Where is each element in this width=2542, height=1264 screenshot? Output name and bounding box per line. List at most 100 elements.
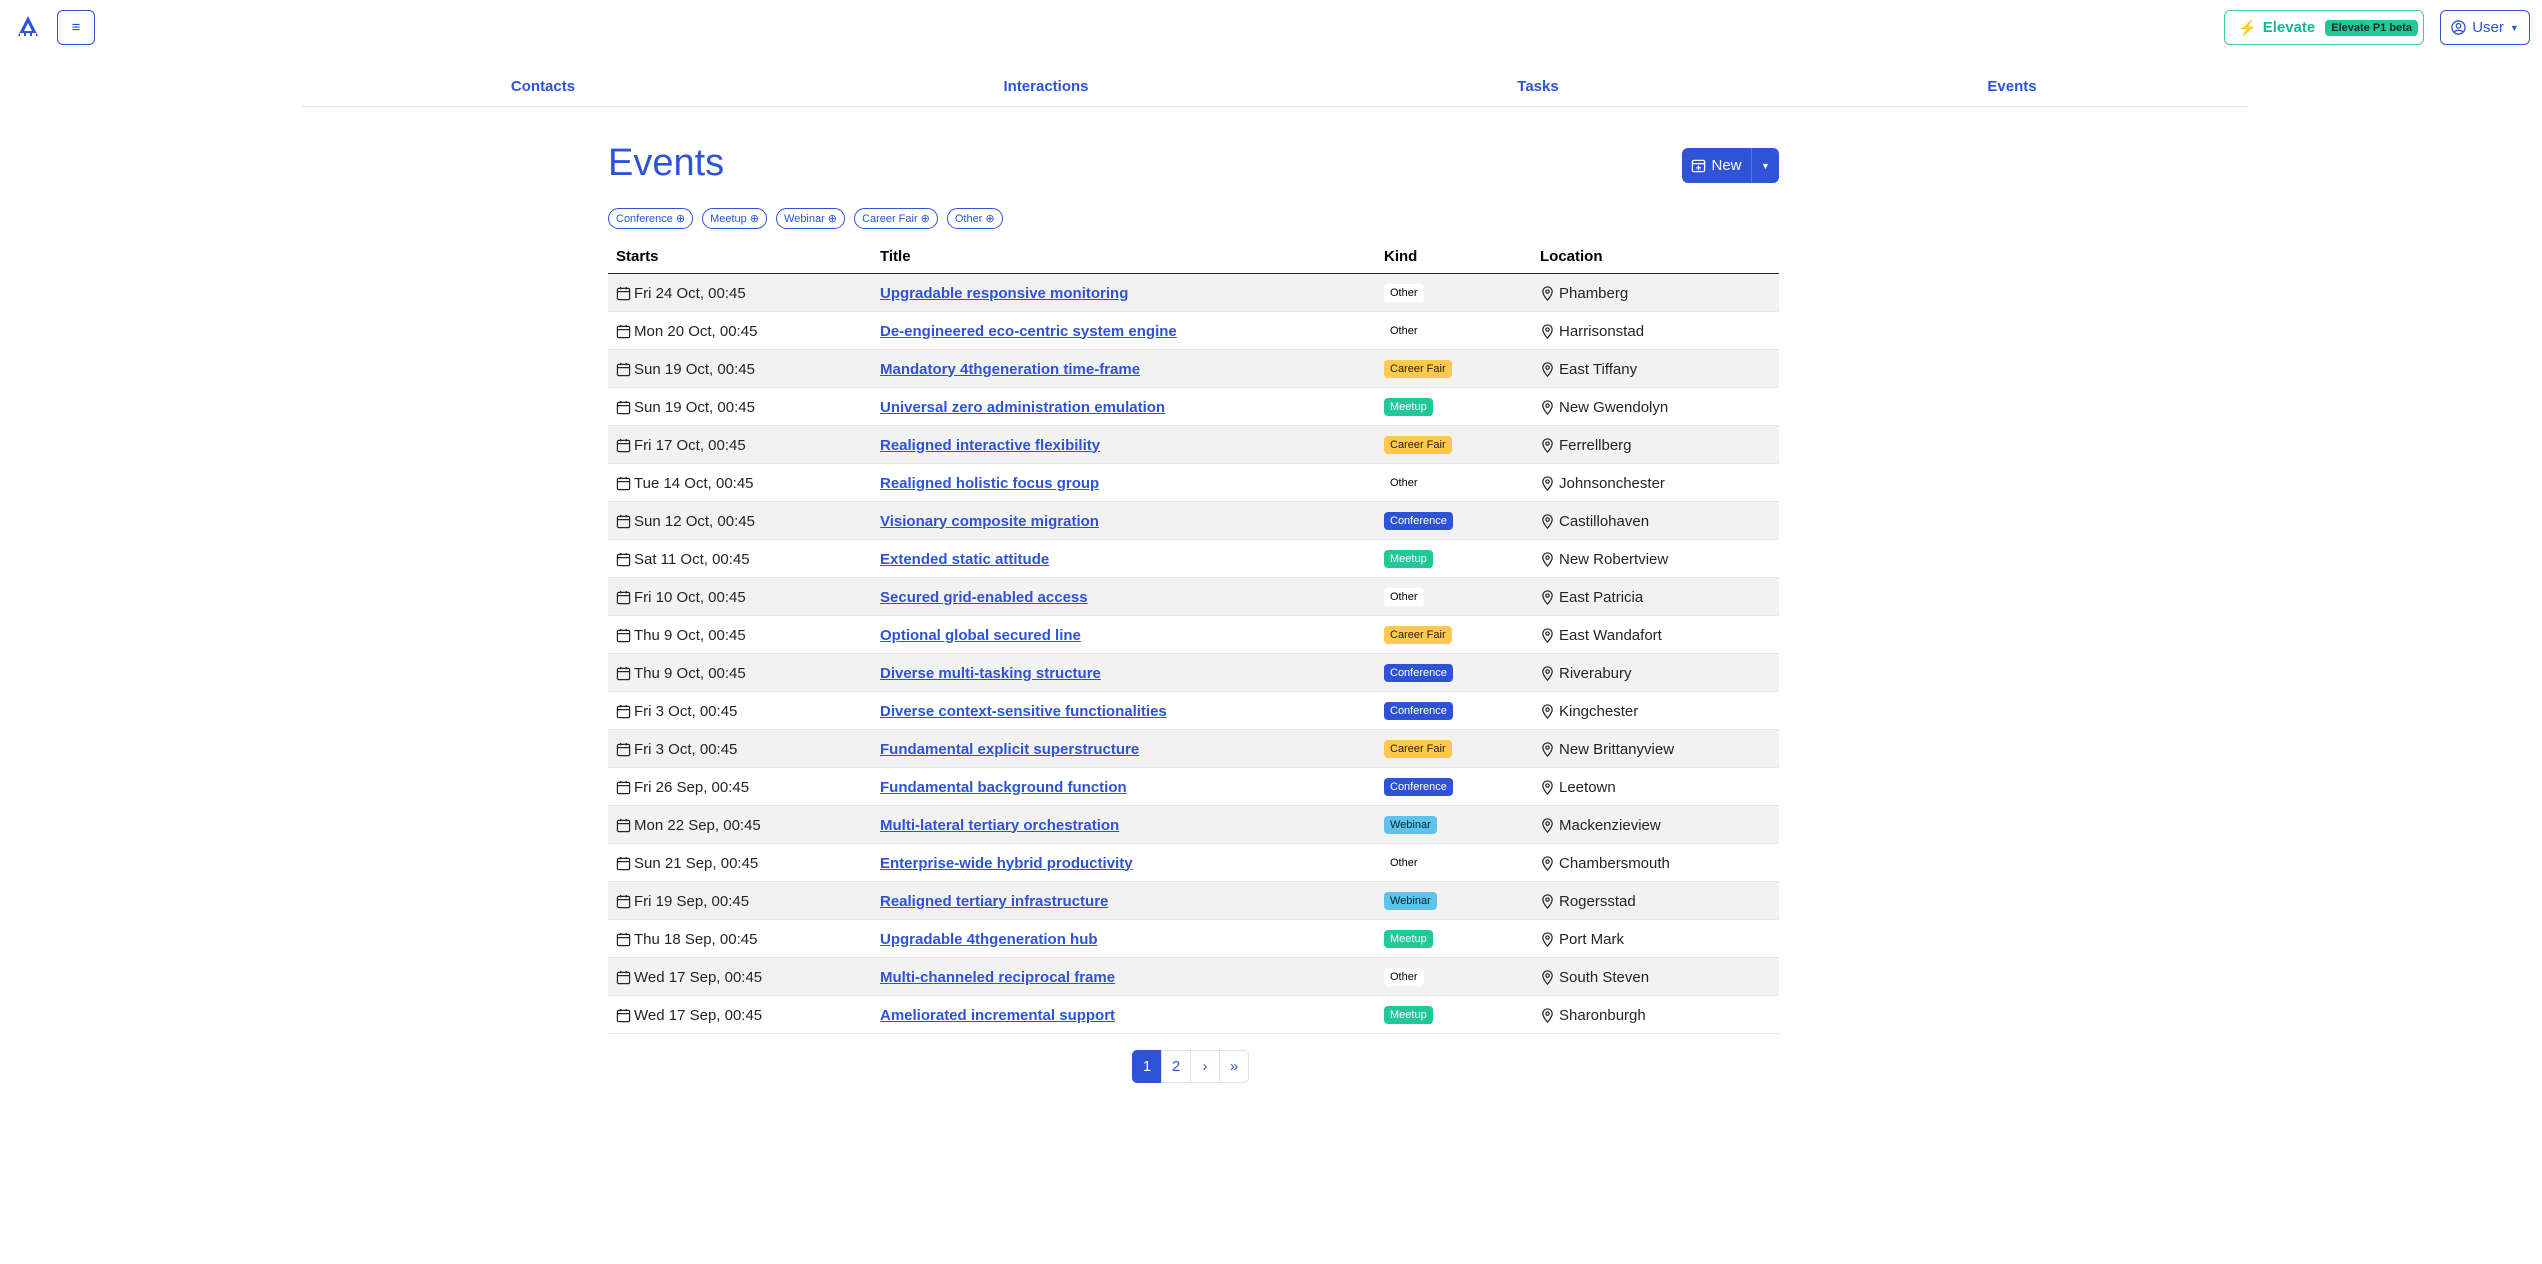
event-title-link[interactable]: Universal zero administration emulation [880, 399, 1165, 416]
table-row: Fri 26 Sep, 00:45 Fundamental background … [608, 768, 1779, 806]
filter-chip-conference[interactable]: Conference ⊕ [608, 208, 694, 229]
event-start-cell: Sun 12 Oct, 00:45 [616, 502, 755, 540]
event-location: New Brittanyview [1559, 740, 1675, 758]
event-title-link[interactable]: Diverse context-sensitive functionalitie… [880, 703, 1167, 720]
map-pin-icon [1542, 665, 1553, 681]
event-location-cell: Sharonburgh [1540, 996, 1646, 1034]
event-start-cell: Tue 14 Oct, 00:45 [616, 464, 754, 502]
event-title-link[interactable]: Enterprise-wide hybrid productivity [880, 855, 1133, 872]
event-title-link[interactable]: Upgradable 4thgeneration hub [880, 931, 1098, 948]
event-start-cell: Wed 17 Sep, 00:45 [616, 958, 762, 996]
event-title-link[interactable]: Ameliorated incremental support [880, 1007, 1115, 1024]
new-event-button[interactable]: New [1682, 148, 1752, 183]
event-title-cell: Fundamental background function [880, 768, 1127, 806]
filter-chip-label: Webinar [784, 212, 825, 225]
event-title-link[interactable]: Realigned holistic focus group [880, 475, 1099, 492]
event-title-link[interactable]: Optional global secured line [880, 627, 1081, 644]
last-page-button[interactable]: » [1219, 1050, 1249, 1083]
app-logo[interactable] [16, 14, 40, 38]
event-location-cell: South Steven [1540, 958, 1649, 996]
event-start: Sat 11 Oct, 00:45 [634, 550, 750, 568]
filter-chip-other[interactable]: Other ⊕ [946, 208, 1003, 229]
table-row: Sun 21 Sep, 00:45 Enterprise-wide hybrid … [608, 844, 1779, 882]
filter-chip-label: Other [954, 212, 983, 225]
column-header-title[interactable]: Title [880, 248, 911, 265]
event-location: Castillohaven [1559, 512, 1650, 530]
event-title-link[interactable]: Visionary composite migration [880, 513, 1099, 530]
nav-contacts[interactable]: Contacts [511, 78, 575, 95]
event-start-cell: Sun 21 Sep, 00:45 [616, 844, 758, 882]
event-title-cell: Secured grid-enabled access [880, 578, 1088, 616]
event-title-link[interactable]: Secured grid-enabled access [880, 589, 1088, 606]
nav-tasks[interactable]: Tasks [1517, 78, 1558, 95]
event-start-cell: Fri 26 Sep, 00:45 [616, 768, 749, 806]
event-title-link[interactable]: Upgradable responsive monitoring [880, 285, 1128, 302]
event-title-link[interactable]: Realigned interactive flexibility [880, 437, 1100, 454]
elevate-button[interactable]: ⚡ Elevate Elevate P1 beta [2224, 10, 2424, 45]
menu-button[interactable]: ≡ [57, 10, 95, 45]
column-header-starts[interactable]: Starts [616, 248, 659, 265]
filter-chip-career-fair[interactable]: Career Fair ⊕ [854, 208, 938, 229]
next-page-button[interactable]: › [1190, 1050, 1220, 1083]
event-kind-cell: Conference [1384, 654, 1453, 692]
table-row: Mon 20 Oct, 00:45 De-engineered eco-centr… [608, 312, 1779, 350]
event-title-cell: Multi-channeled reciprocal frame [880, 958, 1115, 996]
event-kind-cell: Meetup [1384, 920, 1433, 958]
table-row: Fri 3 Oct, 00:45 Fundamental explicit sup… [608, 730, 1779, 768]
user-label: User [2472, 19, 2504, 36]
filter-chip-label: Conference [616, 212, 673, 225]
event-start-cell: Mon 20 Oct, 00:45 [616, 312, 757, 350]
event-title-link[interactable]: Mandatory 4thgeneration time-frame [880, 361, 1140, 378]
column-header-location[interactable]: Location [1540, 248, 1603, 265]
column-header-kind[interactable]: Kind [1384, 248, 1417, 265]
user-menu-button[interactable]: User ▼ [2440, 10, 2530, 45]
nav-events[interactable]: Events [1987, 78, 2036, 95]
page-2-button[interactable]: 2 [1161, 1050, 1191, 1083]
event-title-link[interactable]: Fundamental background function [880, 779, 1127, 796]
event-title-link[interactable]: Diverse multi-tasking structure [880, 665, 1101, 682]
event-title-link[interactable]: Multi-lateral tertiary orchestration [880, 817, 1119, 834]
calendar-icon [616, 286, 631, 300]
event-location: Rogersstad [1559, 892, 1636, 910]
event-location: East Patricia [1559, 588, 1644, 606]
event-title-cell: De-engineered eco-centric system engine [880, 312, 1177, 350]
event-location-cell: Port Mark [1540, 920, 1624, 958]
event-title-link[interactable]: De-engineered eco-centric system engine [880, 323, 1177, 340]
table-row: Sun 19 Oct, 00:45 Universal zero administ… [608, 388, 1779, 426]
event-location: Mackenzieview [1559, 816, 1661, 834]
event-start-cell: Wed 17 Sep, 00:45 [616, 996, 762, 1034]
event-title-link[interactable]: Realigned tertiary infrastructure [880, 893, 1108, 910]
event-kind-cell: Other [1384, 578, 1424, 616]
event-title-cell: Optional global secured line [880, 616, 1081, 654]
event-title-link[interactable]: Fundamental explicit superstructure [880, 741, 1139, 758]
table-row: Wed 17 Sep, 00:45 Multi-channeled recipro… [608, 958, 1779, 996]
event-kind-cell: Career Fair [1384, 616, 1452, 654]
event-kind-cell: Conference [1384, 502, 1453, 540]
event-location-cell: Ferrellberg [1540, 426, 1632, 464]
event-kind-badge: Other [1384, 854, 1424, 872]
map-pin-icon [1542, 931, 1553, 947]
user-circle-icon [2451, 20, 2466, 35]
event-kind-badge: Conference [1384, 778, 1453, 796]
nav-interactions[interactable]: Interactions [1003, 78, 1088, 95]
event-start-cell: Fri 3 Oct, 00:45 [616, 730, 737, 768]
filter-chip-webinar[interactable]: Webinar ⊕ [776, 208, 845, 229]
event-title-link[interactable]: Multi-channeled reciprocal frame [880, 969, 1115, 986]
plus-circle-icon: ⊕ [827, 213, 837, 225]
event-location: Harrisonstad [1559, 322, 1645, 340]
event-title-cell: Fundamental explicit superstructure [880, 730, 1139, 768]
event-location: Johnsonchester [1559, 474, 1665, 492]
event-location-cell: New Gwendolyn [1540, 388, 1668, 426]
event-kind-cell: Webinar [1384, 882, 1437, 920]
event-start: Wed 17 Sep, 00:45 [634, 1006, 763, 1024]
new-event-dropdown-toggle[interactable]: ▼ [1752, 148, 1779, 183]
event-location-cell: Mackenzieview [1540, 806, 1661, 844]
event-start: Fri 24 Oct, 00:45 [634, 284, 746, 302]
calendar-icon [616, 590, 631, 604]
event-start-cell: Thu 9 Oct, 00:45 [616, 616, 746, 654]
event-title-link[interactable]: Extended static attitude [880, 551, 1049, 568]
filter-chip-meetup[interactable]: Meetup ⊕ [702, 208, 768, 229]
plus-circle-icon: ⊕ [920, 213, 930, 225]
event-location: East Tiffany [1559, 360, 1638, 378]
page-1-button[interactable]: 1 [1132, 1050, 1162, 1083]
